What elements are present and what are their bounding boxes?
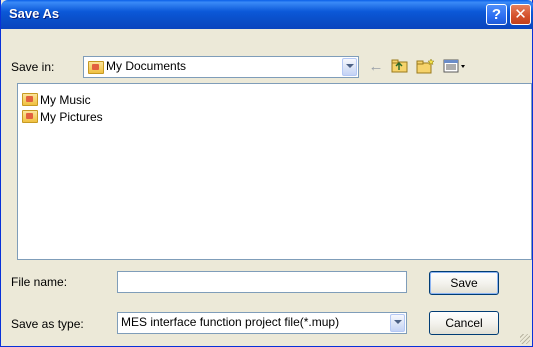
new-folder-icon[interactable] <box>415 58 437 76</box>
save-in-dropdown[interactable]: My Documents <box>83 56 359 78</box>
back-arrow-icon[interactable]: ← <box>367 58 385 76</box>
resize-grip-icon[interactable] <box>520 334 530 344</box>
music-folder-icon <box>22 93 38 106</box>
title-bar[interactable]: Save As ? ✕ <box>1 0 533 29</box>
save-as-dialog: Save As ? ✕ Save in: My Documents ← My M… <box>0 0 533 347</box>
help-button[interactable]: ? <box>486 4 507 25</box>
window-title: Save As <box>9 6 60 21</box>
save-as-type-dropdown-arrow-icon[interactable] <box>390 314 405 332</box>
save-as-type-dropdown[interactable]: MES interface function project file(*.mu… <box>117 312 407 334</box>
save-button[interactable]: Save <box>429 271 499 295</box>
save-in-dropdown-arrow-icon[interactable] <box>342 58 357 76</box>
list-item-label: My Music <box>40 93 91 107</box>
close-button[interactable]: ✕ <box>510 4 531 25</box>
list-item-label: My Pictures <box>40 110 103 124</box>
save-as-type-value: MES interface function project file(*.mu… <box>121 315 340 329</box>
save-in-label: Save in: <box>11 60 55 74</box>
cancel-button[interactable]: Cancel <box>429 311 499 335</box>
pictures-folder-icon <box>22 110 38 123</box>
list-item[interactable]: My Music <box>22 92 91 108</box>
up-folder-icon[interactable] <box>390 58 410 76</box>
save-as-type-label: Save as type: <box>11 317 84 331</box>
save-in-value: My Documents <box>106 59 187 73</box>
file-list[interactable]: My Music My Pictures <box>17 83 532 260</box>
documents-folder-icon <box>88 61 104 74</box>
view-menu-icon[interactable] <box>442 58 468 76</box>
list-item[interactable]: My Pictures <box>22 109 103 125</box>
file-name-label: File name: <box>11 275 68 289</box>
file-name-input[interactable] <box>117 271 407 293</box>
